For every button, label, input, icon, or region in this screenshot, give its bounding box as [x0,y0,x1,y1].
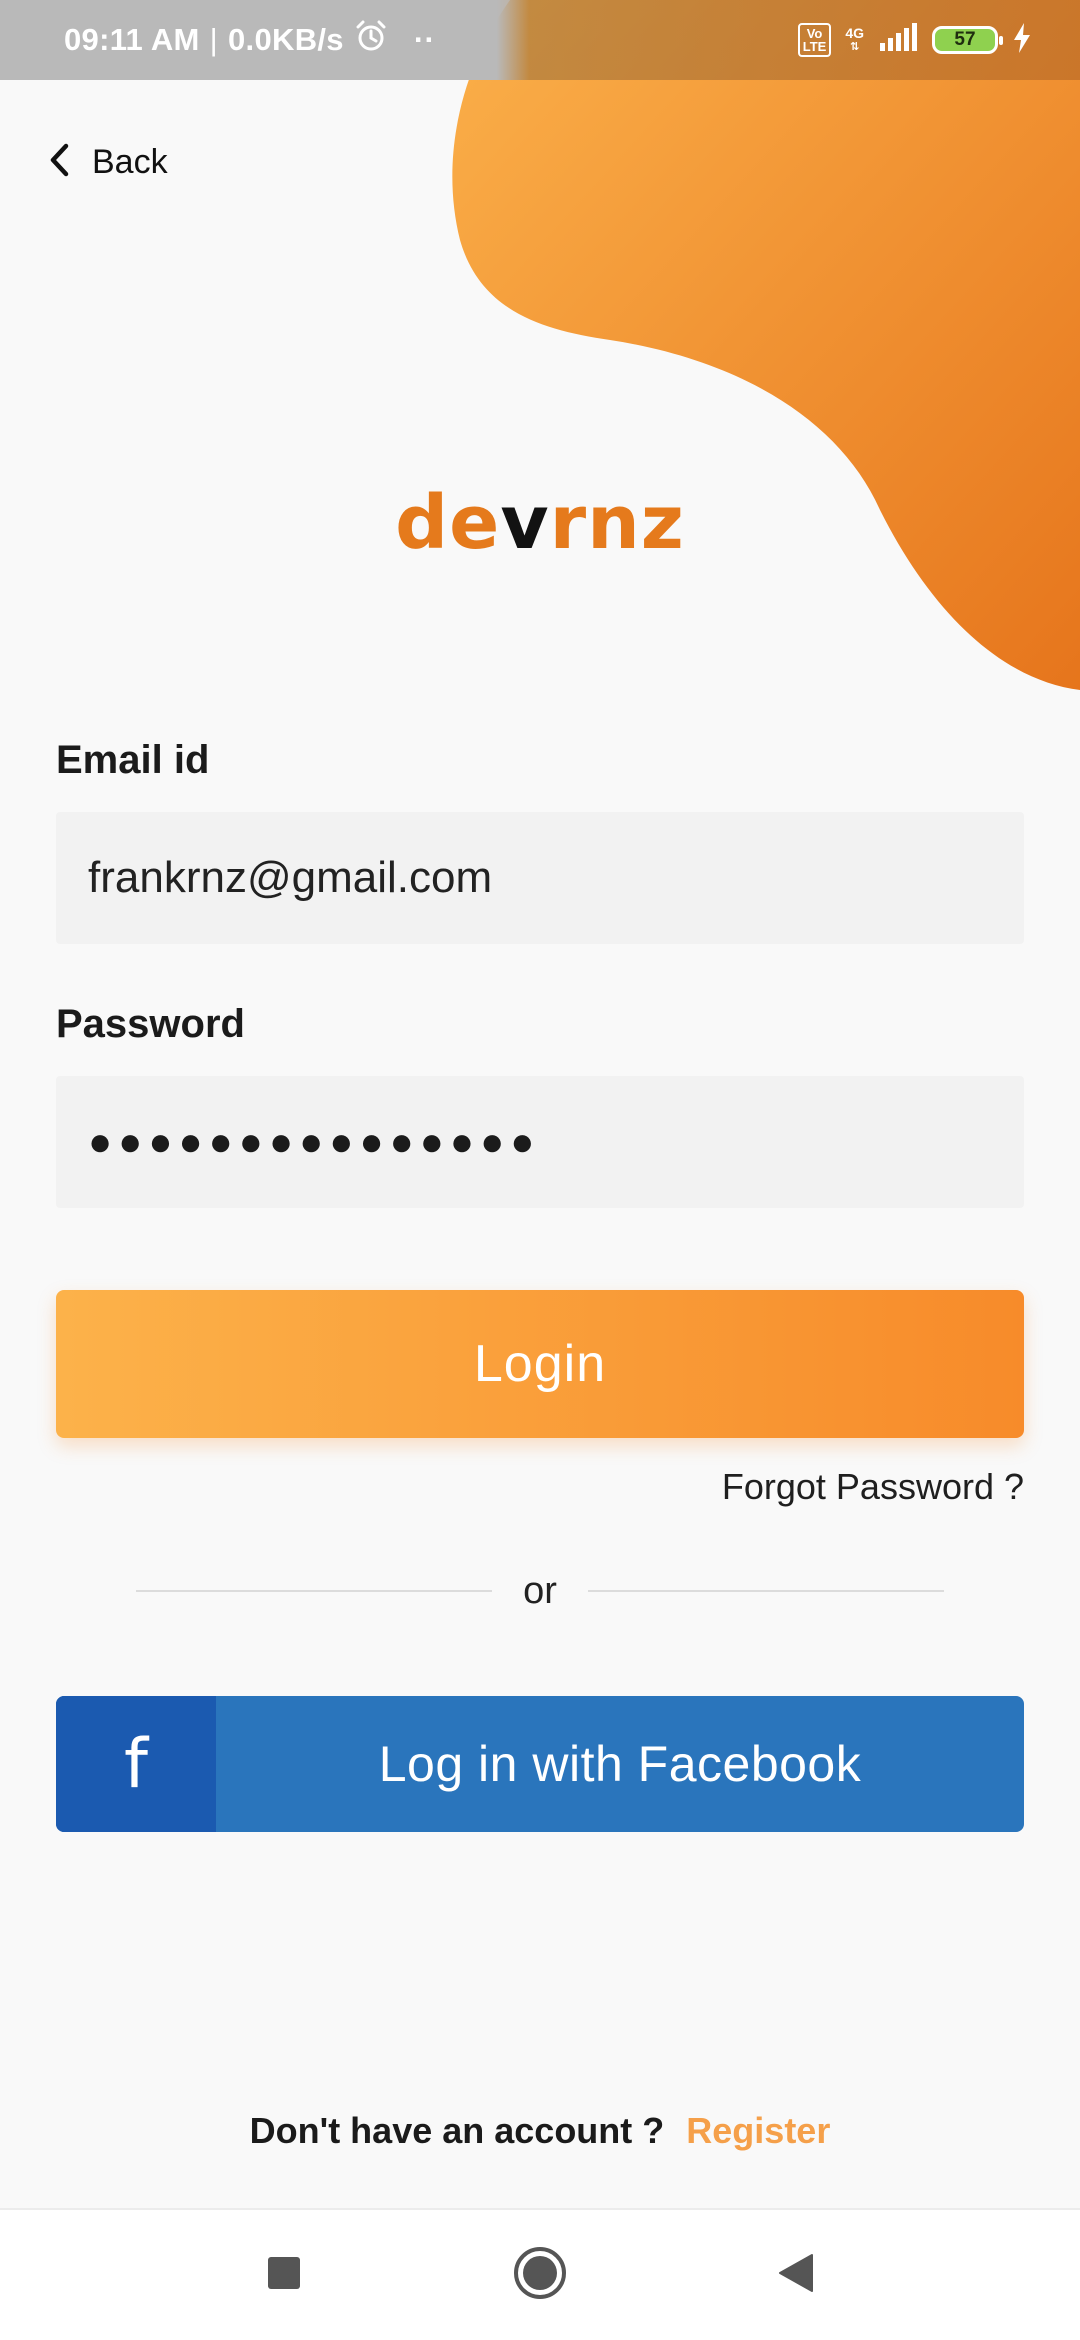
circle-icon [513,2246,567,2305]
facebook-login-label: Log in with Facebook [378,1736,862,1792]
battery-indicator: 57 [932,26,1003,54]
status-left: 09:11 AM | 0.0KB/s ·· [64,19,435,61]
facebook-login-button[interactable]: f Log in with Facebook [56,1696,1024,1832]
register-question: Don't have an account ? [249,2110,665,2151]
password-value: ●●●●●●●●●●●●●●● [88,1119,541,1164]
chevron-left-icon [48,142,70,183]
login-button[interactable]: Login [56,1290,1024,1438]
password-label: Password [56,1002,245,1046]
forgot-password-link[interactable]: Forgot Password ? [722,1466,1024,1508]
nav-home-button[interactable] [512,2246,568,2305]
status-bar: 09:11 AM | 0.0KB/s ·· Vo LTE 4G ⇅ 57 [0,0,1080,80]
status-separator: | [209,22,219,57]
back-label: Back [92,143,168,181]
nav-recents-button[interactable] [256,2247,312,2303]
status-right: Vo LTE 4G ⇅ 57 [797,22,1032,58]
email-field[interactable] [88,853,992,903]
facebook-icon-box: f [56,1696,216,1832]
register-row: Don't have an account ? Register [0,2110,1080,2152]
app-logo: devrnz [395,480,685,566]
status-time: 09:11 AM [64,22,200,57]
volte-badge: Vo LTE [797,23,832,57]
email-label: Email id [56,738,210,782]
divider-right [588,1590,944,1592]
email-field-container [56,812,1024,944]
login-screen: 09:11 AM | 0.0KB/s ·· Vo LTE 4G ⇅ 57 Bac… [0,0,1080,2340]
alarm-icon [354,19,388,61]
status-dots: ·· [413,22,436,57]
triangle-back-icon [778,2253,814,2298]
network-type: 4G ⇅ [845,25,864,53]
signal-icon [878,22,918,58]
facebook-icon: f [124,1724,148,1804]
decorative-blob [452,0,1080,690]
register-link[interactable]: Register [686,2110,830,2151]
status-speed: 0.0KB/s [228,22,344,57]
back-button[interactable]: Back [48,142,168,183]
charging-icon [1012,22,1032,58]
system-nav-bar [0,2208,1080,2340]
square-icon [267,2256,301,2295]
password-field[interactable]: ●●●●●●●●●●●●●●● [56,1076,1024,1208]
nav-back-button[interactable] [768,2247,824,2303]
